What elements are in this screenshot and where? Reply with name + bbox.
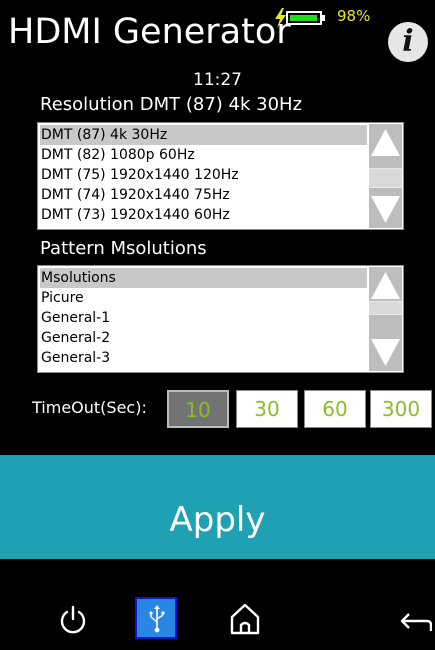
- resolution-items: DMT (87) 4k 30Hz DMT (82) 1080p 60Hz DMT…: [40, 125, 367, 225]
- info-button[interactable]: i: [388, 22, 428, 62]
- pattern-items: Msolutions Picure General-1 General-2 Ge…: [40, 268, 367, 368]
- pattern-item[interactable]: Msolutions: [40, 268, 367, 288]
- timeout-option-300[interactable]: 300: [370, 390, 432, 428]
- scroll-up-icon[interactable]: [369, 126, 402, 160]
- back-arrow-icon[interactable]: [398, 611, 432, 639]
- apply-button[interactable]: Apply: [0, 455, 435, 559]
- resolution-item[interactable]: DMT (87) 4k 30Hz: [40, 125, 367, 145]
- timeout-option-10[interactable]: 10: [167, 390, 229, 428]
- hdmi-generator-screen: HDMI Generator 98% i 11:27 Resolution DM…: [0, 0, 435, 650]
- scroll-up-icon[interactable]: [369, 269, 402, 303]
- pattern-item[interactable]: General-2: [40, 328, 367, 348]
- resolution-label: Resolution DMT (87) 4k 30Hz: [40, 94, 303, 115]
- resolution-item[interactable]: DMT (75) 1920x1440 120Hz: [40, 165, 367, 185]
- battery-fill: [290, 15, 318, 21]
- scroll-thumb[interactable]: [369, 301, 402, 315]
- scroll-down-icon[interactable]: [369, 192, 402, 226]
- resolution-item[interactable]: DMT (82) 1080p 60Hz: [40, 145, 367, 165]
- resolution-scrollbar[interactable]: [369, 124, 402, 228]
- battery-percent: 98%: [337, 7, 371, 25]
- home-icon[interactable]: [228, 601, 262, 637]
- scroll-thumb[interactable]: [369, 168, 402, 188]
- pattern-item[interactable]: Picure: [40, 288, 367, 308]
- battery-indicator: [272, 8, 332, 28]
- usb-icon: [149, 605, 165, 633]
- timeout-label: TimeOut(Sec):: [32, 398, 147, 417]
- pattern-item[interactable]: General-1: [40, 308, 367, 328]
- usb-button[interactable]: [135, 597, 177, 639]
- info-icon: i: [402, 24, 414, 59]
- resolution-item[interactable]: DMT (74) 1920x1440 75Hz: [40, 185, 367, 205]
- scroll-down-icon[interactable]: [369, 335, 402, 369]
- battery-tip: [322, 15, 325, 21]
- pattern-scrollbar[interactable]: [369, 267, 402, 371]
- timeout-option-30[interactable]: 30: [236, 390, 298, 428]
- pattern-list[interactable]: Msolutions Picure General-1 General-2 Ge…: [37, 265, 404, 373]
- bottom-navbar: [0, 559, 435, 650]
- pattern-item[interactable]: General-3: [40, 348, 367, 368]
- clock: 11:27: [193, 70, 242, 90]
- resolution-list[interactable]: DMT (87) 4k 30Hz DMT (82) 1080p 60Hz DMT…: [37, 122, 404, 230]
- app-title: HDMI Generator: [8, 12, 291, 52]
- pattern-label: Pattern Msolutions: [40, 238, 207, 259]
- timeout-option-60[interactable]: 60: [304, 390, 366, 428]
- power-icon[interactable]: [56, 603, 90, 637]
- resolution-item[interactable]: DMT (73) 1920x1440 60Hz: [40, 205, 367, 225]
- battery-body: [286, 11, 322, 25]
